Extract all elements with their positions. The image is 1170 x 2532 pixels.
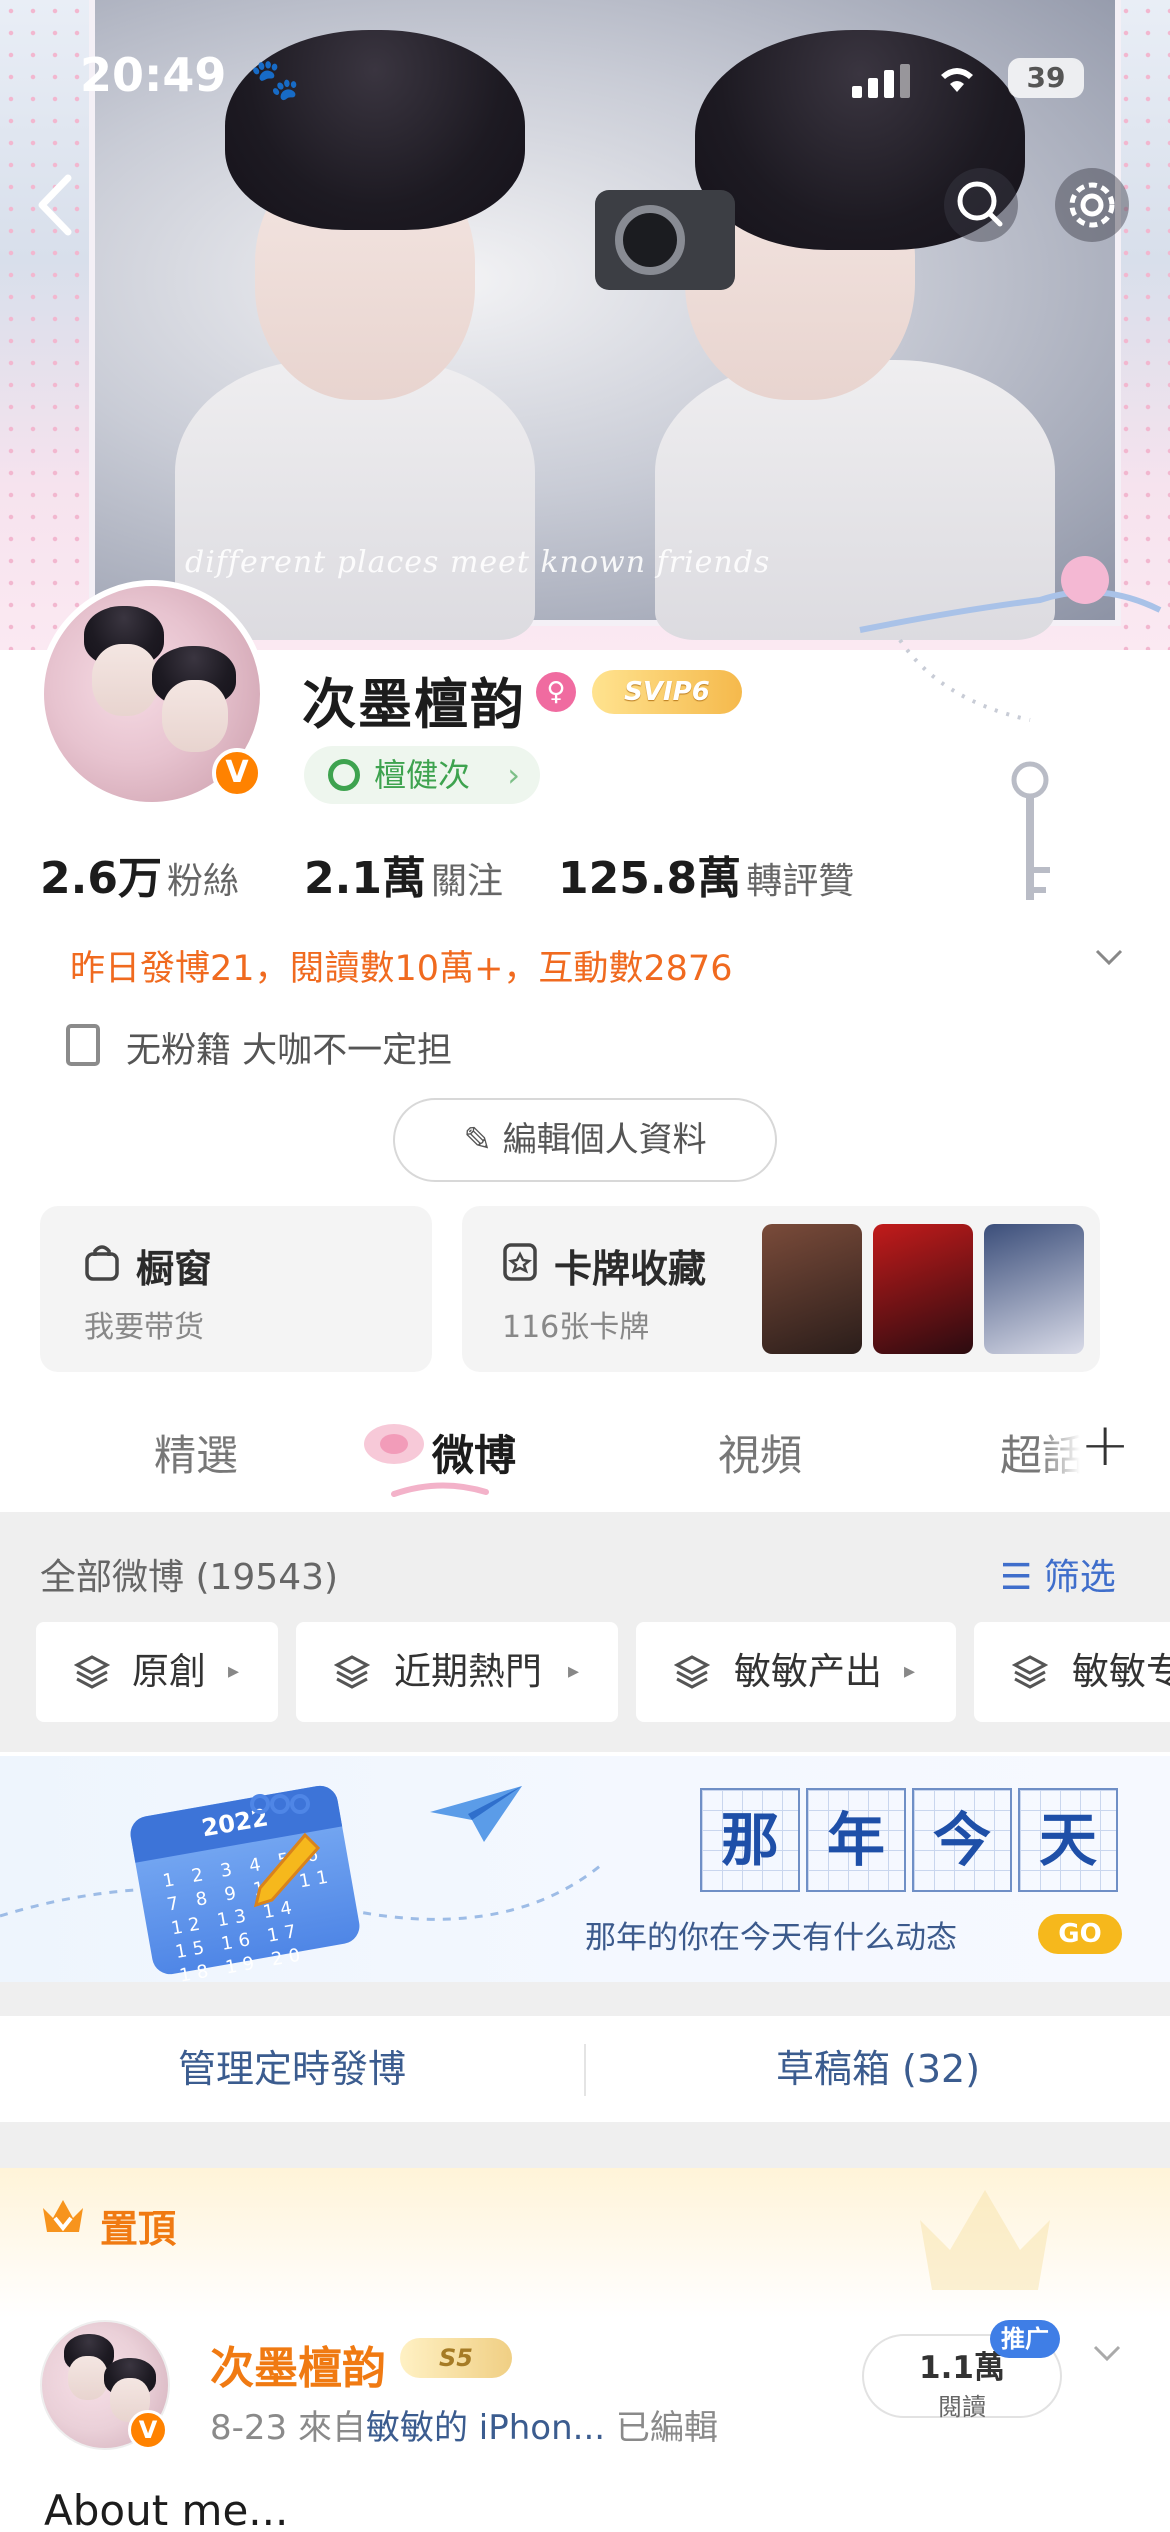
drafts-button[interactable]: 草稿箱 (32) [586, 2016, 1170, 2122]
search-button[interactable] [944, 168, 1018, 242]
chip-original[interactable]: 原創 ▸ [36, 1622, 278, 1722]
female-icon: ♀ [536, 672, 576, 712]
post-text[interactable]: About me... [44, 2486, 288, 2532]
showcase-card[interactable]: 橱窗 我要带货 [40, 1206, 432, 1372]
battery-icon: 39 [1008, 58, 1084, 98]
post-meta: 8-23 來自敏敏的 iPhon... 已編輯 [210, 2408, 718, 2448]
edit-profile-button[interactable]: ✎ 編輯個人資料 [393, 1098, 777, 1182]
bio-text: 无粉籍 大咖不一定担 [126, 1031, 453, 1071]
post-author-name[interactable]: 次墨檀韵 [210, 2332, 386, 2396]
search-icon [957, 181, 1003, 227]
tab-supertopic[interactable]: 超話 [1000, 1422, 1080, 1483]
activity-summary[interactable]: 昨日發博21，閱讀數10萬+，互動數2876 [70, 940, 732, 991]
flower-icon [356, 1418, 432, 1472]
settings-button[interactable] [1055, 168, 1129, 242]
paw-icon: 🐾 [250, 57, 300, 103]
level-badge: S5 [400, 2338, 512, 2378]
pinned-label: 置頂 [100, 2207, 177, 2251]
chip-minmin-output[interactable]: 敏敏产出 ▸ [636, 1622, 956, 1722]
layers-icon [674, 1655, 710, 1689]
active-tab-indicator [390, 1482, 490, 1500]
stat-followers[interactable]: 2.6万 粉絲 [40, 842, 239, 906]
add-tab-button[interactable]: + [1080, 1410, 1130, 1480]
decorative-crown-icon [920, 2190, 1050, 2290]
banner-subtitle: 那年的你在今天有什么动态 [585, 1920, 957, 1956]
crown-icon [43, 2200, 83, 2232]
cover-script-text: different places meet known friends [185, 545, 771, 580]
decorative-key-icon [859, 556, 1162, 900]
profile-name: 次墨檀韵 [302, 673, 526, 736]
card-thumbnail[interactable] [984, 1224, 1084, 1354]
verified-badge: V [212, 748, 262, 798]
sort-icon: ☰ [1000, 1557, 1044, 1598]
post-verified-badge: V [128, 2410, 168, 2450]
binder-rings-icon [250, 1794, 310, 1814]
stat-interactions[interactable]: 125.8萬 轉評贊 [558, 842, 854, 906]
document-icon [66, 1024, 100, 1066]
paper-plane-icon [430, 1786, 522, 1842]
scheduled-posts-button[interactable]: 管理定時發博 [0, 2016, 584, 2122]
triangle-right-icon: ▸ [904, 1659, 916, 1684]
section-divider [0, 2122, 1170, 2168]
stat-following[interactable]: 2.1萬 關注 [304, 842, 503, 906]
post-source-link[interactable]: 敏敏的 iPhon... [366, 2408, 605, 2448]
cellular-signal-icon [852, 64, 910, 98]
calendar-icon: 2022 1 2 3 4 5 6 7 8 9 10 11 12 13 14 15… [127, 1782, 363, 1987]
tab-video[interactable]: 視頻 [718, 1422, 802, 1483]
fan-group-chip[interactable]: 檀健次 › [304, 746, 540, 804]
promote-badge[interactable]: 推广 [990, 2320, 1060, 2358]
go-button[interactable]: GO [1038, 1914, 1122, 1954]
layers-icon [334, 1655, 370, 1689]
section-divider [0, 1982, 1170, 2016]
back-button[interactable] [30, 170, 80, 240]
filter-button[interactable]: ☰ 筛选 [1000, 1548, 1116, 1600]
layers-icon [1012, 1655, 1048, 1689]
fan-group-label: 檀健次 [374, 756, 471, 794]
triangle-right-icon: ▸ [568, 1659, 580, 1684]
card-collection-card[interactable]: 卡牌收藏 116张卡牌 [462, 1206, 1100, 1372]
chevron-down-icon[interactable] [1090, 2336, 1124, 2370]
chevron-right-icon: › [507, 756, 520, 794]
tab-weibo[interactable]: 微博 [432, 1422, 516, 1483]
card-thumbnail[interactable] [873, 1224, 973, 1354]
fan-group-icon [328, 759, 360, 791]
card-thumbnail[interactable] [762, 1224, 862, 1354]
tab-featured[interactable]: 精選 [154, 1422, 238, 1483]
chip-minmin-more[interactable]: 敏敏专 [974, 1622, 1170, 1722]
wifi-icon [935, 58, 979, 104]
status-time: 20:49 [80, 48, 227, 102]
layers-icon [74, 1655, 110, 1689]
triangle-right-icon: ▸ [228, 1659, 240, 1684]
chevron-down-icon[interactable] [1092, 940, 1126, 974]
svip-badge[interactable]: SVIP6 [592, 670, 742, 714]
all-posts-count: 全部微博 (19543) [40, 1557, 339, 1598]
card-collection-icon [503, 1243, 537, 1281]
pencil-icon: ✎ [463, 1120, 503, 1160]
gear-icon [1069, 182, 1115, 228]
shopping-bag-icon [85, 1245, 119, 1281]
chip-recent-hot[interactable]: 近期熱門 ▸ [296, 1622, 618, 1722]
pencil-icon [253, 1832, 320, 1908]
